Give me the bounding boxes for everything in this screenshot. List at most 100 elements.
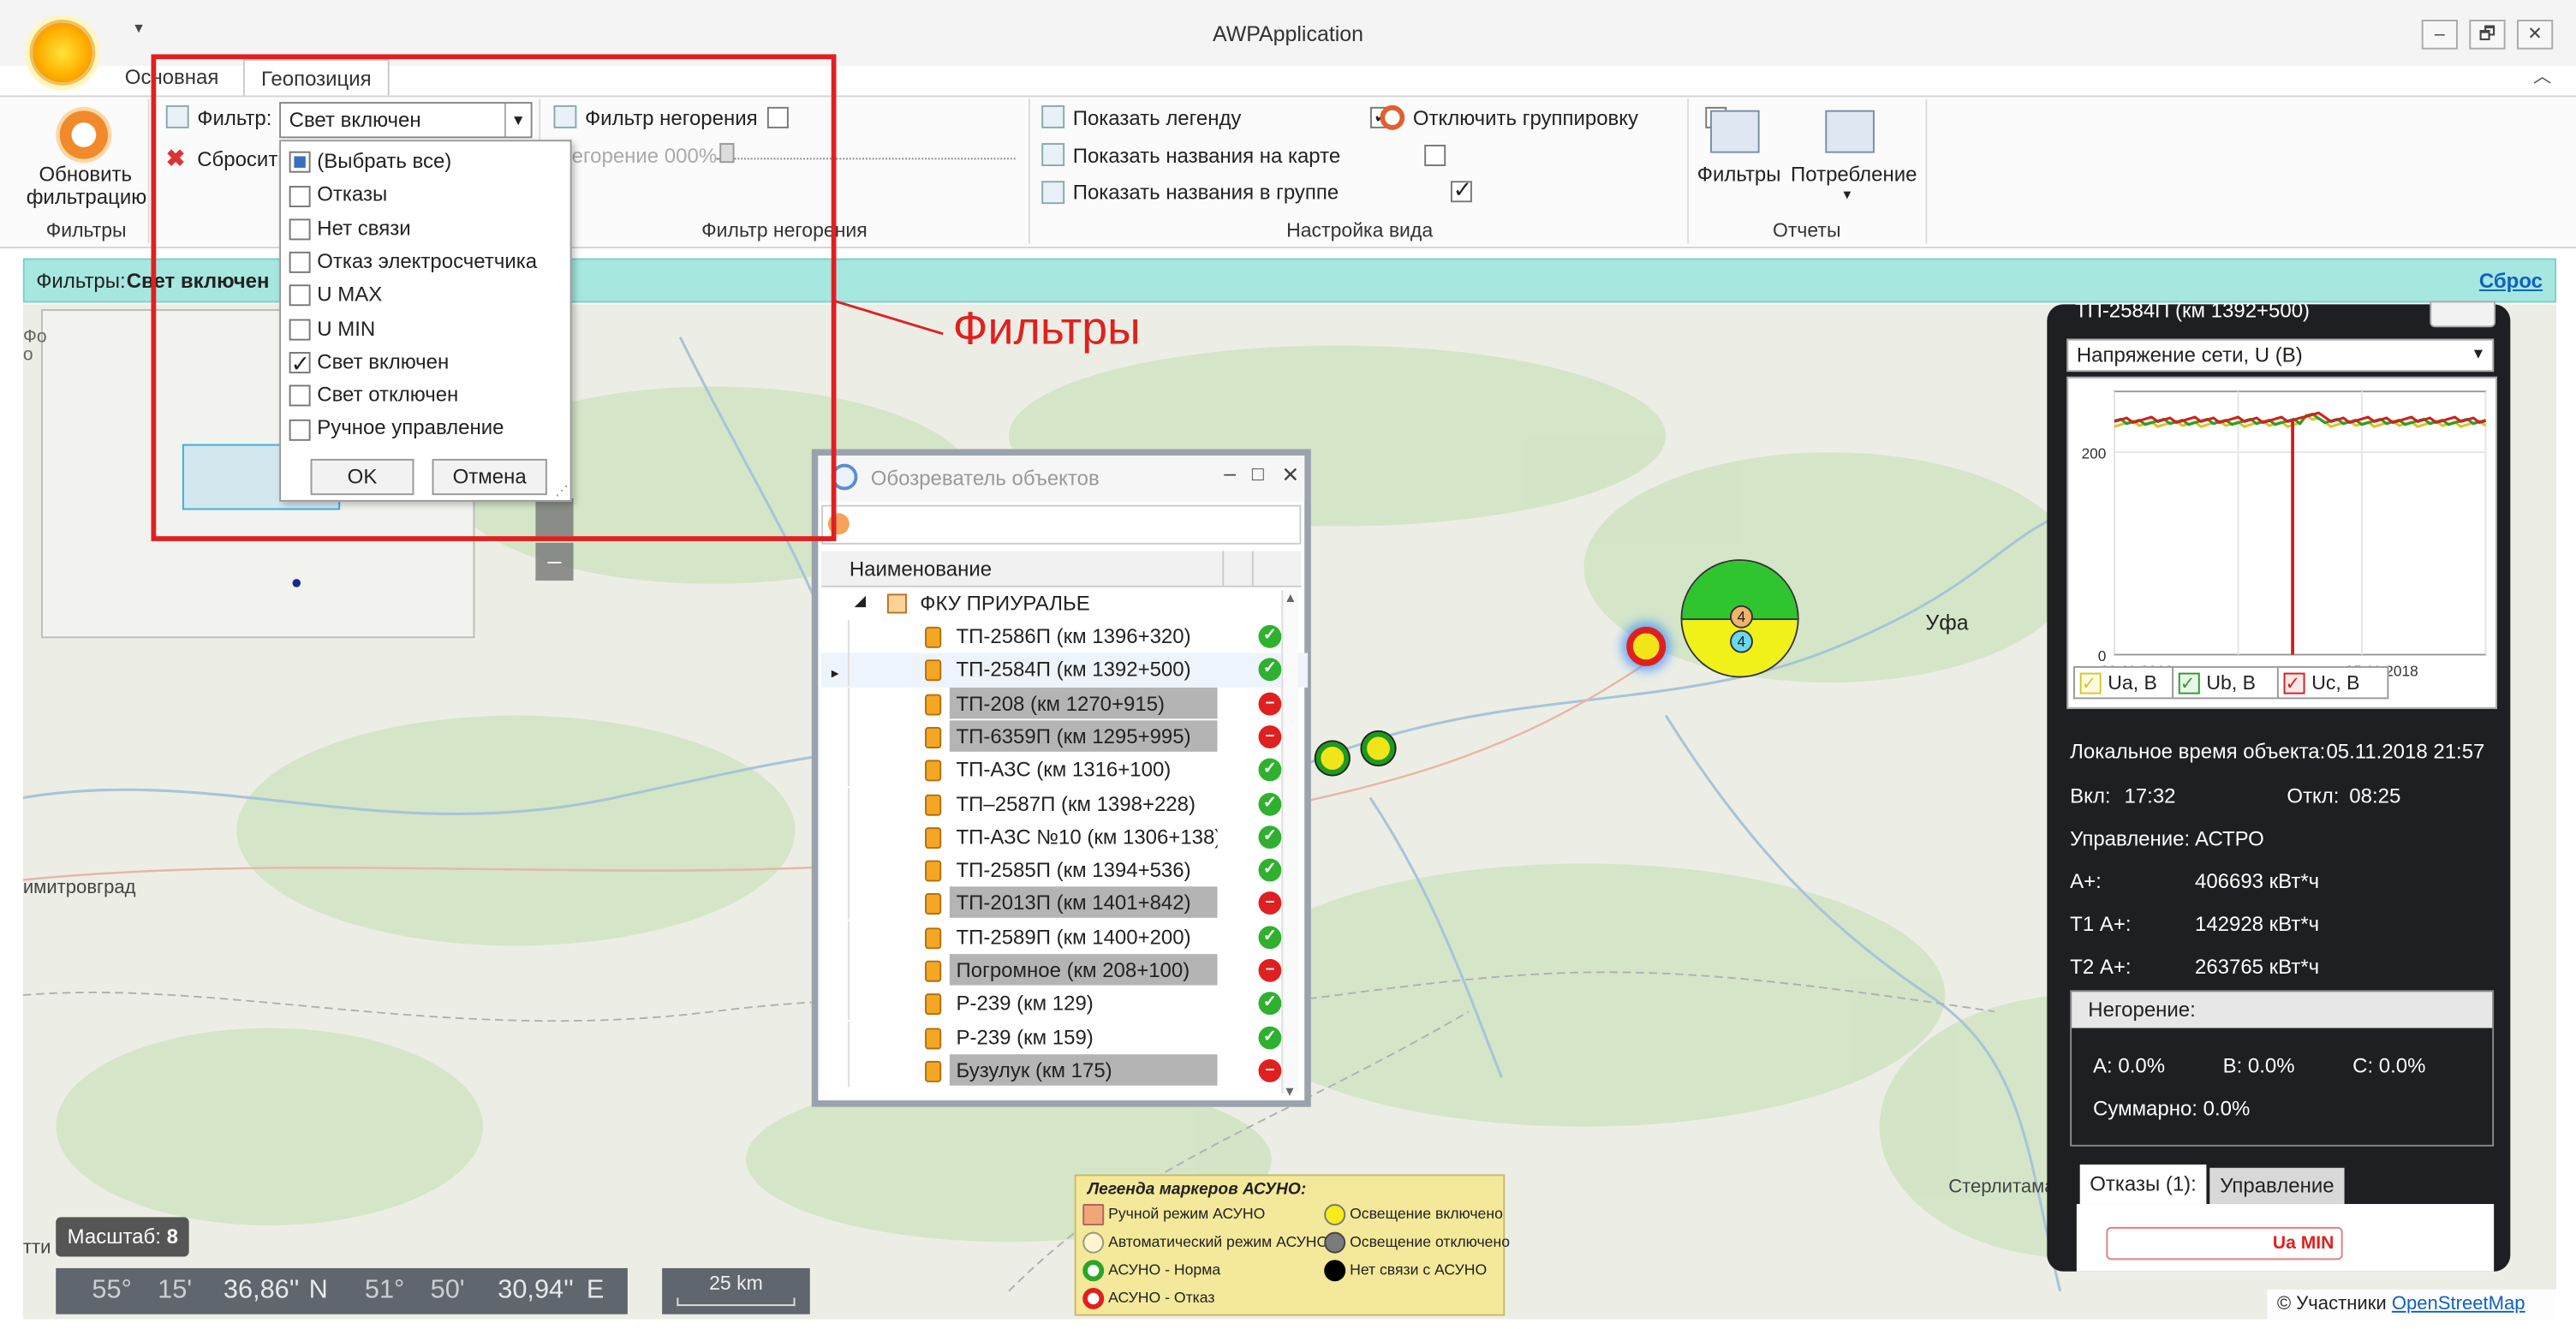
tab-control[interactable]: Управление bbox=[2209, 1167, 2345, 1205]
close-icon[interactable]: ✕ bbox=[1281, 462, 1299, 489]
object-browser-titlebar[interactable]: Обозреватель объектов – □ ✕ bbox=[818, 456, 1305, 502]
tree-row[interactable]: ТП–2587П (км 1398+228) ✓ bbox=[821, 787, 1308, 820]
tree-row[interactable]: Р-239 (км 159) ✓ bbox=[821, 1021, 1308, 1054]
refresh-icon[interactable] bbox=[56, 106, 112, 164]
burn-total: Суммарно: 0.0% bbox=[2093, 1097, 2251, 1121]
consumption-report-icon[interactable] bbox=[1825, 110, 1875, 153]
legend-light-off-icon bbox=[1324, 1231, 1346, 1254]
lat-sec: 36,86'' bbox=[223, 1276, 300, 1305]
legend-ub-label: Ub, В bbox=[2206, 670, 2256, 694]
cluster-marker[interactable]: 4 4 bbox=[1680, 559, 1799, 678]
legend-ub[interactable]: ✓ Ub, В bbox=[2172, 665, 2284, 700]
restore-button[interactable]: 🗗 bbox=[2469, 20, 2506, 50]
tree-row[interactable]: ТП-2013П (км 1401+842) – bbox=[821, 887, 1308, 921]
a-plus-label: А+: bbox=[2070, 870, 2102, 893]
close-button[interactable]: ✕ bbox=[2516, 20, 2554, 50]
tree-row-name: ТП-2585П (км 1394+536) bbox=[956, 858, 1191, 882]
tree-row[interactable]: Бузулук (км 175) – bbox=[821, 1054, 1308, 1088]
lon-hem: E bbox=[586, 1276, 605, 1305]
substation-icon bbox=[925, 726, 942, 748]
tree-row-name: ТП-6359П (км 1295+995) bbox=[949, 720, 1218, 752]
refresh-filter-button[interactable]: Обновить фильтрацию bbox=[27, 163, 147, 209]
osm-link[interactable]: OpenStreetMap bbox=[2392, 1295, 2525, 1314]
consumption-chevron-icon[interactable]: ▾ bbox=[1843, 186, 1851, 204]
chart-y-tick: 200 bbox=[2082, 445, 2107, 462]
marker-legend: Легенда маркеров АСУНО: Ручной режим АСУ… bbox=[1074, 1174, 1510, 1316]
filter-bar-reset-link[interactable]: Сброс bbox=[2479, 270, 2543, 293]
minimize-icon[interactable]: – bbox=[1224, 461, 1236, 486]
tab-faults[interactable]: Отказы (1): bbox=[2079, 1164, 2207, 1205]
legend-icon bbox=[1041, 104, 1065, 128]
legend-title: Легенда маркеров АСУНО: bbox=[1087, 1181, 1307, 1200]
tree-row-name: Р-239 (км 159) bbox=[956, 1025, 1094, 1049]
tree-row-name: Бузулук (км 175) bbox=[949, 1054, 1218, 1086]
tree-row[interactable]: ТП-АЗС №10 (км 1306+138) ✓ bbox=[821, 820, 1308, 854]
marker-green[interactable] bbox=[1362, 731, 1395, 766]
substation-icon bbox=[925, 826, 942, 849]
t1-label: Т1 А+: bbox=[2070, 913, 2132, 936]
cluster-top-count: 4 bbox=[1730, 605, 1753, 629]
chart-plot-area bbox=[2114, 390, 2487, 656]
chevron-down-icon[interactable]: ▼ bbox=[2471, 345, 2485, 361]
lon-sec: 30,94'' bbox=[498, 1276, 574, 1305]
marker-green[interactable] bbox=[1315, 742, 1350, 775]
status-ok-icon: ✓ bbox=[1258, 992, 1282, 1016]
tree-scrollbar[interactable]: ▲ bbox=[1281, 590, 1298, 1094]
object-browser-title: Обозреватель объектов bbox=[870, 467, 1100, 491]
voltage-chart-svg: 200003.11.201805.11.2018 bbox=[2082, 390, 2487, 679]
pin-icon[interactable] bbox=[2430, 301, 2496, 328]
tree-row[interactable]: Погромное (км 208+100) – bbox=[821, 954, 1308, 987]
minimize-button[interactable]: – bbox=[2421, 20, 2458, 50]
tree-header: Наименование bbox=[821, 551, 1302, 587]
filters-report-icon[interactable] bbox=[1710, 110, 1760, 153]
maximize-icon[interactable]: □ bbox=[1252, 462, 1264, 486]
ub-check-icon[interactable]: ✓ bbox=[2178, 672, 2200, 694]
voltage-chart: 200003.11.201805.11.2018 bbox=[2066, 376, 2497, 709]
tree-row-name: ТП-2586П (км 1396+320) bbox=[956, 624, 1191, 648]
faults-list: 05.11.18 21:14:27 Ua MIN bbox=[2076, 1204, 2495, 1272]
map-attribution: © Участники OpenStreetMap bbox=[2267, 1289, 2557, 1320]
filters-report-button[interactable]: Фильтры bbox=[1697, 163, 1781, 186]
lat-min: 15' bbox=[158, 1276, 193, 1305]
legend-norm-icon bbox=[1082, 1260, 1105, 1282]
status-fault-icon: – bbox=[1258, 724, 1282, 748]
status-ok-icon: ✓ bbox=[1258, 658, 1282, 682]
status-ok-icon: ✓ bbox=[1258, 925, 1282, 949]
tree-row[interactable]: ТП-6359П (км 1295+995) – bbox=[821, 720, 1308, 754]
column-name-header[interactable]: Наименование bbox=[850, 557, 992, 581]
fault-item[interactable]: 05.11.18 21:14:27 Ua MIN bbox=[2106, 1226, 2343, 1260]
legend-uc[interactable]: ✓ Uc, В bbox=[2276, 665, 2389, 700]
marker-selected-fault[interactable] bbox=[1626, 626, 1667, 666]
ua-check-icon[interactable]: ✓ bbox=[2079, 672, 2102, 694]
tree-root[interactable]: ◢ ФКУ ПРИУРАЛЬЕ bbox=[821, 587, 1301, 620]
status-ok-icon: ✓ bbox=[1258, 791, 1282, 815]
substation-icon bbox=[925, 893, 942, 915]
on-time-label: Вкл: bbox=[2070, 784, 2111, 808]
measurement-select[interactable]: Напряжение сети, U (В) ▼ bbox=[2066, 338, 2495, 372]
show-names-group-checkbox[interactable] bbox=[1451, 176, 1473, 204]
expand-icon[interactable]: ◢ bbox=[855, 592, 866, 610]
consumption-report-button[interactable]: Потребление bbox=[1791, 163, 1917, 186]
show-names-map-checkbox[interactable] bbox=[1424, 145, 1446, 167]
ribbon-collapse-icon[interactable]: ︿ bbox=[2533, 63, 2551, 89]
scroll-down-icon[interactable]: ▼ bbox=[1281, 1084, 1297, 1099]
zoom-out-button[interactable]: – bbox=[535, 542, 574, 581]
disable-grouping-label: Отключить группировку bbox=[1412, 106, 1639, 130]
tree-row[interactable]: ТП-2585П (км 1394+536) ✓ bbox=[821, 854, 1308, 887]
tree-row[interactable]: ▸ ТП-2584П (км 1392+500) ✓ bbox=[821, 653, 1309, 688]
tree-row[interactable]: Р-239 (км 129) ✓ bbox=[821, 987, 1308, 1021]
legend-uc-label: Uc, В bbox=[2311, 670, 2360, 694]
object-browser-window[interactable]: Обозреватель объектов – □ ✕ Наименование… bbox=[811, 449, 1311, 1107]
object-search-bar[interactable] bbox=[821, 504, 1302, 545]
tree-row[interactable]: ТП-АЗС (км 1316+100) ✓ bbox=[821, 754, 1308, 787]
tree-row[interactable]: ТП-2589П (км 1400+200) ✓ bbox=[821, 921, 1308, 954]
tree-row[interactable]: ТП-2586П (км 1396+320) ✓ bbox=[821, 620, 1308, 653]
legend-auto-icon bbox=[1082, 1231, 1105, 1254]
city-ufa: Уфа bbox=[1925, 610, 1969, 635]
attribution-text: © Участники bbox=[2276, 1294, 2387, 1314]
uc-check-icon[interactable]: ✓ bbox=[2283, 672, 2305, 694]
substation-icon bbox=[925, 760, 942, 782]
substation-icon bbox=[925, 993, 942, 1016]
legend-fault-icon bbox=[1082, 1287, 1105, 1309]
tree-row[interactable]: ТП-208 (км 1270+915) – bbox=[821, 687, 1308, 720]
